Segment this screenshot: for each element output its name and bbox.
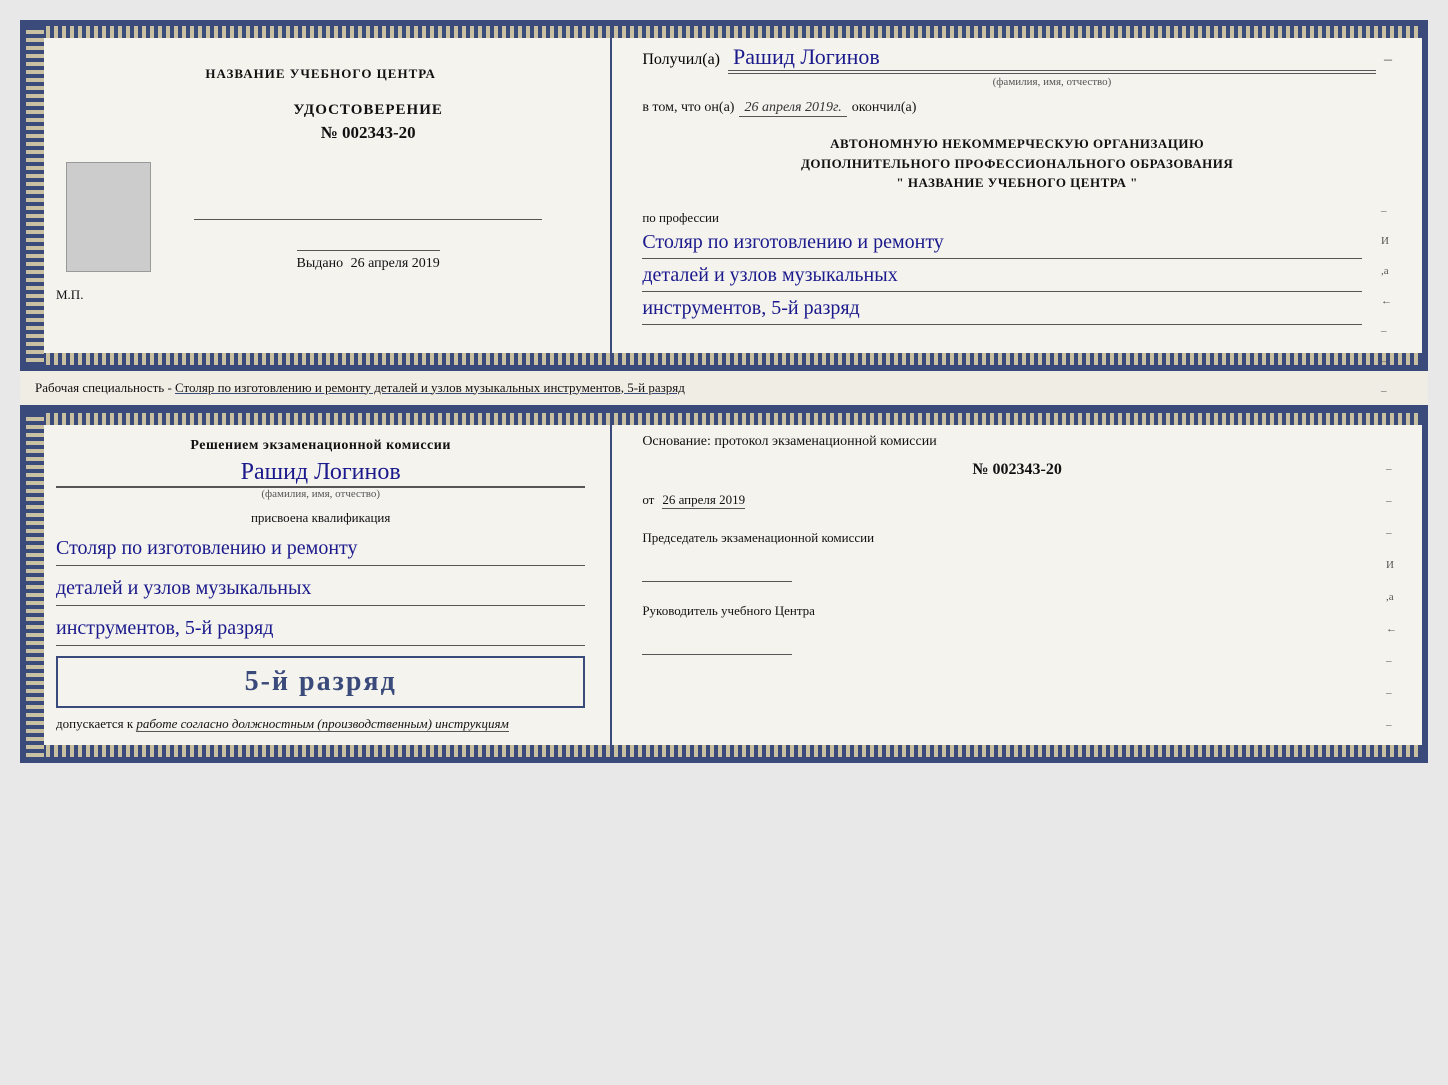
left-decorative-strip [26,26,44,365]
bottom-doc-right: Основание: протокол экзаменационной коми… [612,413,1422,757]
right-content-main: по профессии Столяр по изготовлению и ре… [642,205,1392,345]
dopuskaetsya-block: допускается к работе согласно должностны… [56,716,585,732]
left-content-area: УДОСТОВЕРЕНИЕ № 002343-20 Выдано 26 апре… [56,82,585,272]
br-mark-i: И [1386,559,1397,571]
bottom-right-marks: – – – И ,а ← – – – – [1386,463,1397,763]
qual-line2: деталей и узлов музыкальных [56,571,585,606]
mark-i: И [1381,235,1392,247]
org-line1: АВТОНОМНУЮ НЕКОММЕРЧЕСКУЮ ОРГАНИЗАЦИЮ [642,134,1392,154]
org-line3: " НАЗВАНИЕ УЧЕБНОГО ЦЕНТРА " [642,173,1392,193]
predsedatel-block: Председатель экзаменационной комиссии [642,529,1392,582]
name-area: Рашид Логинов (фамилия, имя, отчество) [728,44,1376,88]
vtom-date: 26 апреля 2019г. [739,100,846,117]
page-wrapper: НАЗВАНИЕ УЧЕБНОГО ЦЕНТРА УДОСТОВЕРЕНИЕ №… [20,20,1428,763]
udostoverenie-title: УДОСТОВЕРЕНИЕ [293,102,443,119]
bottom-doc-left: Решением экзаменационной комиссии Рашид … [26,413,612,757]
br-mark4: – [1386,655,1397,667]
center-section: УДОСТОВЕРЕНИЕ № 002343-20 Выдано 26 апре… [151,82,585,272]
protokol-num: № 002343-20 [642,461,1392,479]
osnovanie-block: Основание: протокол экзаменационной коми… [642,431,1392,453]
middle-label: Рабочая специальность - Столяр по изгото… [20,371,1428,407]
mp-line: М.П. [56,287,83,313]
org-block: АВТОНОМНУЮ НЕКОММЕРЧЕСКУЮ ОРГАНИЗАЦИЮ ДО… [642,134,1392,193]
bottom-left-strip [26,413,44,757]
middle-label-prefix: Рабочая специальность - [35,380,175,395]
br-mark3: – [1386,527,1397,539]
udostoverenie-num: № 002343-20 [293,123,443,143]
br-mark6: – [1386,719,1397,731]
osnovanie-text: Основание: протокол экзаменационной коми… [642,434,936,449]
br-mark1: – [1386,463,1397,475]
dopuskaetsya-prefix: допускается к [56,716,133,731]
bottom-document: Решением экзаменационной комиссии Рашид … [20,407,1428,763]
razryad-box: 5-й разряд [56,656,585,708]
vtom-label: в том, что он(а) [642,100,734,116]
photo-section [56,142,151,272]
middle-label-underlined: Столяр по изготовлению и ремонту деталей… [175,380,685,395]
vydano-label: Выдано [297,256,344,271]
mark-a: ,а [1381,265,1392,277]
right-side-marks: – И ,а ← – – – – [1381,205,1392,427]
dash-mark: – [1384,51,1392,69]
udostoverenie-block: УДОСТОВЕРЕНИЕ № 002343-20 [293,102,443,189]
vydano-date: 26 апреля 2019 [351,256,440,271]
top-name-hint: (фамилия, имя, отчество) [728,73,1376,88]
vtom-line: в том, что он(а) 26 апреля 2019г. окончи… [642,100,1392,117]
ot-label: от [642,492,654,507]
predsedatel-title: Председатель экзаменационной комиссии [642,530,874,545]
bottom-name-hint: (фамилия, имя, отчество) [56,487,585,500]
top-doc-right: Получил(а) Рашид Логинов (фамилия, имя, … [612,26,1422,365]
rukovoditel-signature-line [642,635,792,655]
mark1: – [1381,205,1392,217]
okkonchil-label: окончил(а) [852,100,917,116]
photo-placeholder [66,162,151,272]
vydano-line: Выдано 26 апреля 2019 [297,250,440,272]
prisvoyena-label: присвоена квалификация [56,510,585,526]
org-line2: ДОПОЛНИТЕЛЬНОГО ПРОФЕССИОНАЛЬНОГО ОБРАЗО… [642,154,1392,174]
rukovoditel-block: Руководитель учебного Центра [642,602,1392,655]
mark3: – [1381,355,1392,367]
ot-date-value: 26 апреля 2019 [662,492,745,509]
poluchil-row: Получил(а) Рашид Логинов (фамилия, имя, … [642,44,1392,88]
razryad-big-text: 5-й разряд [73,666,568,698]
predsedatel-signature-line [642,562,792,582]
br-mark7: – [1386,751,1397,763]
dopuskaetsya-underline: работе согласно должностным (производств… [136,716,508,732]
po-professii: по профессии [642,210,1362,226]
resheniem-text: Решением экзаменационной комиссии [56,438,585,454]
ot-date-row: от 26 апреля 2019 [642,487,1392,509]
top-name-handwritten: Рашид Логинов [728,44,1376,71]
br-mark2: – [1386,495,1397,507]
profession-line2: деталей и узлов музыкальных [642,259,1362,292]
profession-line1: Столяр по изготовлению и ремонту [642,226,1362,259]
profession-line3: инструментов, 5-й разряд [642,292,1362,325]
mark2: – [1381,325,1392,337]
mark-arrow: ← [1381,295,1392,307]
qual-line1: Столяр по изготовлению и ремонту [56,531,585,566]
poluchil-label: Получил(а) [642,51,720,69]
top-document: НАЗВАНИЕ УЧЕБНОГО ЦЕНТРА УДОСТОВЕРЕНИЕ №… [20,20,1428,371]
br-mark-a: ,а [1386,591,1397,603]
center-title-top: НАЗВАНИЕ УЧЕБНОГО ЦЕНТРА [205,66,436,82]
br-mark-arrow: ← [1386,623,1397,635]
top-doc-left: НАЗВАНИЕ УЧЕБНОГО ЦЕНТРА УДОСТОВЕРЕНИЕ №… [26,26,612,365]
br-mark5: – [1386,687,1397,699]
mark4: – [1381,385,1392,397]
rukovoditel-title: Руководитель учебного Центра [642,603,815,618]
bottom-name-handwritten: Рашид Логинов [56,459,585,487]
qual-line3: инструментов, 5-й разряд [56,611,585,646]
